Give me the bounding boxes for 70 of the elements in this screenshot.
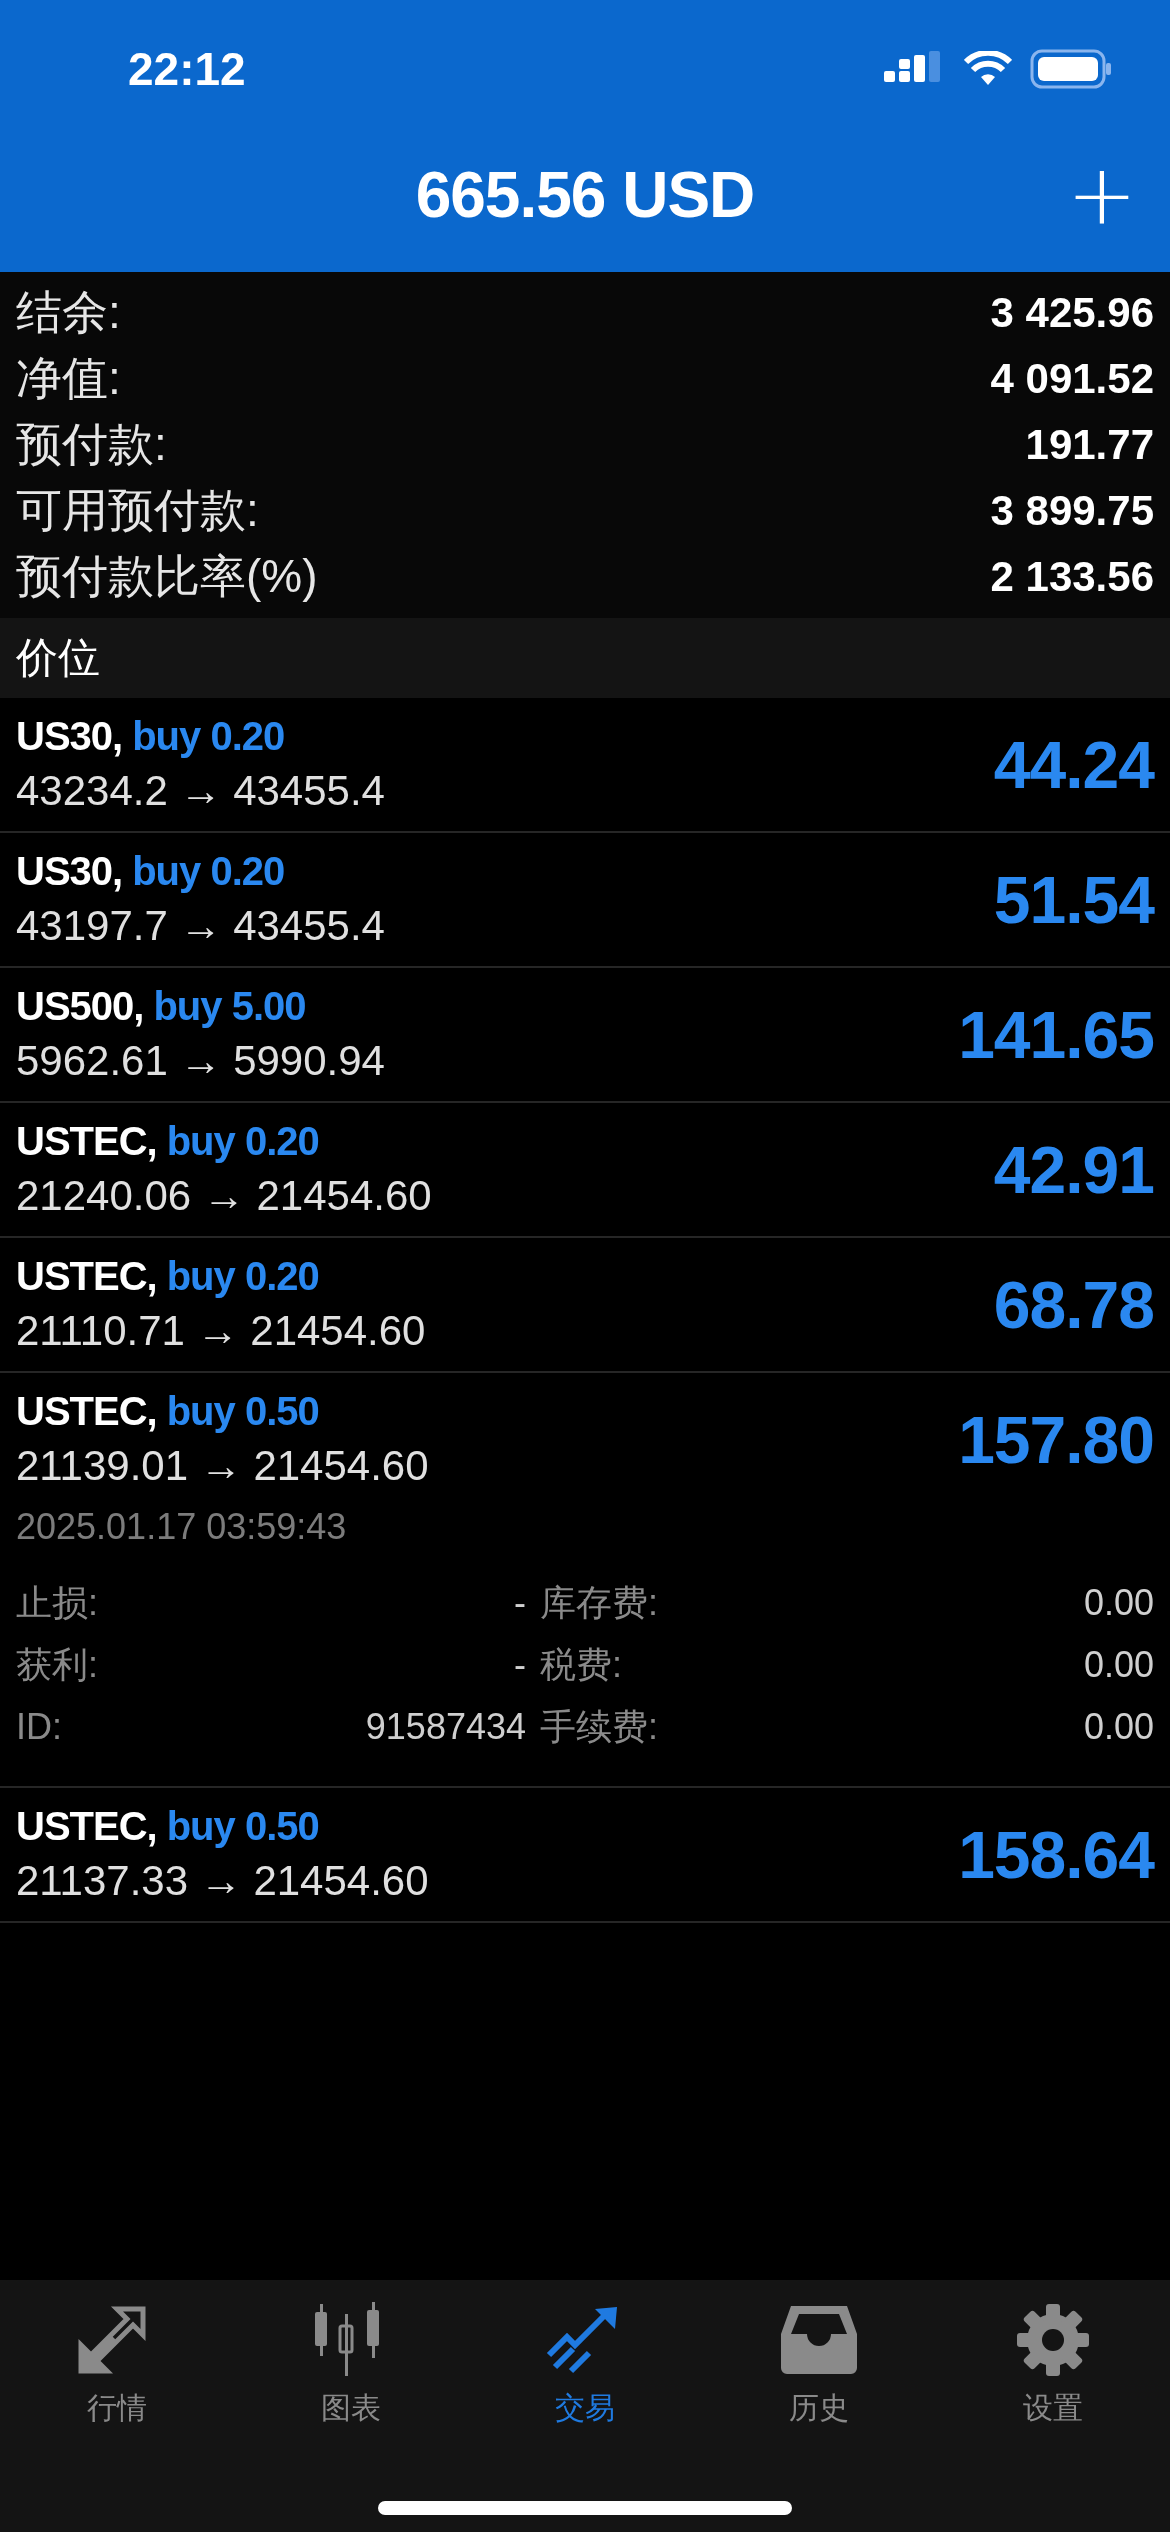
position-row[interactable]: USTEC, buy 0.50 21137.33 → 21454.60 158.64 xyxy=(0,1788,1170,1923)
summary-label: 净值: xyxy=(16,351,121,406)
tab-item[interactable]: 图表 xyxy=(234,2300,468,2429)
open-time: 2025.01.17 03:59:43 xyxy=(16,1506,348,1549)
position-profit: 141.65 xyxy=(958,996,1154,1073)
position-side: buy 0.20 xyxy=(166,1119,319,1164)
summary-label: 结余: xyxy=(16,285,121,340)
position-profit: 158.64 xyxy=(958,1816,1154,1893)
position-side: buy 0.20 xyxy=(132,714,285,759)
detail-label: ID: xyxy=(16,1706,62,1748)
position-symbol: USTEC, xyxy=(16,1254,157,1299)
position-profit: 42.91 xyxy=(993,1131,1154,1208)
detail-label: 手续费: xyxy=(539,1704,658,1749)
detail-value: - xyxy=(514,1644,526,1686)
summary-value: 191.77 xyxy=(1025,421,1154,469)
position-side: buy 0.50 xyxy=(166,1389,319,1434)
position-profit: 68.78 xyxy=(993,1266,1154,1343)
settings-icon xyxy=(1015,2302,1091,2378)
position-prices: 43197.7 → 43455.4 xyxy=(16,902,385,950)
detail-value: 0.00 xyxy=(1083,1644,1154,1686)
position-row[interactable]: USTEC, buy 0.50 21139.01 → 21454.60 157.80 2025.01.17 03:59:43 止损: - 库存费: 0.00 获利: - 税费: 0.00 ID: 91587434 手续费: 0.00 xyxy=(0,1373,1170,1788)
position-side: buy 0.20 xyxy=(132,849,285,894)
add-button[interactable]: + xyxy=(1062,153,1142,238)
section-title: 价位 xyxy=(16,633,100,683)
position-row[interactable]: US30, buy 0.20 43197.7 → 43455.4 51.54 xyxy=(0,833,1170,968)
detail-value: - xyxy=(514,1582,526,1624)
position-prices: 5962.61 → 5990.94 xyxy=(16,1037,385,1085)
detail-label: 税费: xyxy=(539,1642,622,1687)
position-symbol: USTEC, xyxy=(16,1119,157,1164)
position-prices: 21240.06 → 21454.60 xyxy=(16,1172,432,1220)
position-profit: 157.80 xyxy=(958,1401,1154,1478)
position-row[interactable]: USTEC, buy 0.20 21240.06 → 21454.60 42.91 xyxy=(0,1103,1170,1238)
position-symbol: US500, xyxy=(16,984,144,1029)
tab-item[interactable]: 历史 xyxy=(702,2300,936,2429)
summary-label: 可用预付款: xyxy=(16,483,259,538)
battery-icon xyxy=(1030,49,1112,90)
summary-value: 2 133.56 xyxy=(990,553,1154,601)
position-side: buy 0.20 xyxy=(166,1254,319,1299)
inbox-icon xyxy=(779,2304,859,2376)
position-row[interactable]: USTEC, buy 0.20 21110.71 → 21454.60 68.78 xyxy=(0,1238,1170,1373)
position-side: buy 5.00 xyxy=(153,984,306,1029)
position-symbol: US30, xyxy=(16,849,123,894)
detail-value: 91587434 xyxy=(365,1706,526,1748)
position-prices: 21137.33 → 21454.60 xyxy=(16,1857,429,1905)
position-prices: 21110.71 → 21454.60 xyxy=(16,1307,426,1355)
detail-label: 止损: xyxy=(16,1580,98,1625)
position-profit: 44.24 xyxy=(993,726,1154,803)
position-side: buy 0.50 xyxy=(166,1804,319,1849)
position-profit: 51.54 xyxy=(993,861,1154,938)
summary-value: 4 091.52 xyxy=(990,355,1154,403)
summary-value: 3 425.96 xyxy=(990,289,1154,337)
detail-value: 0.00 xyxy=(1083,1582,1154,1624)
position-symbol: USTEC, xyxy=(16,1804,157,1849)
position-symbol: USTEC, xyxy=(16,1389,157,1434)
position-row[interactable]: US500, buy 5.00 5962.61 → 5990.94 141.65 xyxy=(0,968,1170,1103)
summary-label: 预付款: xyxy=(16,417,167,472)
summary-label: 预付款比率(%) xyxy=(16,549,318,604)
detail-label: 获利: xyxy=(16,1642,98,1687)
balance-title: 665.56 USD xyxy=(415,158,755,233)
detail-value: 0.00 xyxy=(1083,1706,1154,1748)
position-prices: 21139.01 → 21454.60 xyxy=(16,1442,429,1490)
detail-label: 库存费: xyxy=(539,1580,658,1625)
status-time: 22:12 xyxy=(128,42,246,97)
tab-item[interactable]: 设置 xyxy=(936,2300,1170,2429)
tab-item[interactable]: 交易 xyxy=(468,2300,702,2429)
position-prices: 43234.2 → 43455.4 xyxy=(16,767,385,815)
tab-item[interactable]: 行情 xyxy=(0,2300,234,2429)
position-symbol: US30, xyxy=(16,714,123,759)
summary-value: 3 899.75 xyxy=(990,487,1154,535)
position-row[interactable]: US30, buy 0.20 43234.2 → 43455.4 44.24 xyxy=(0,698,1170,833)
